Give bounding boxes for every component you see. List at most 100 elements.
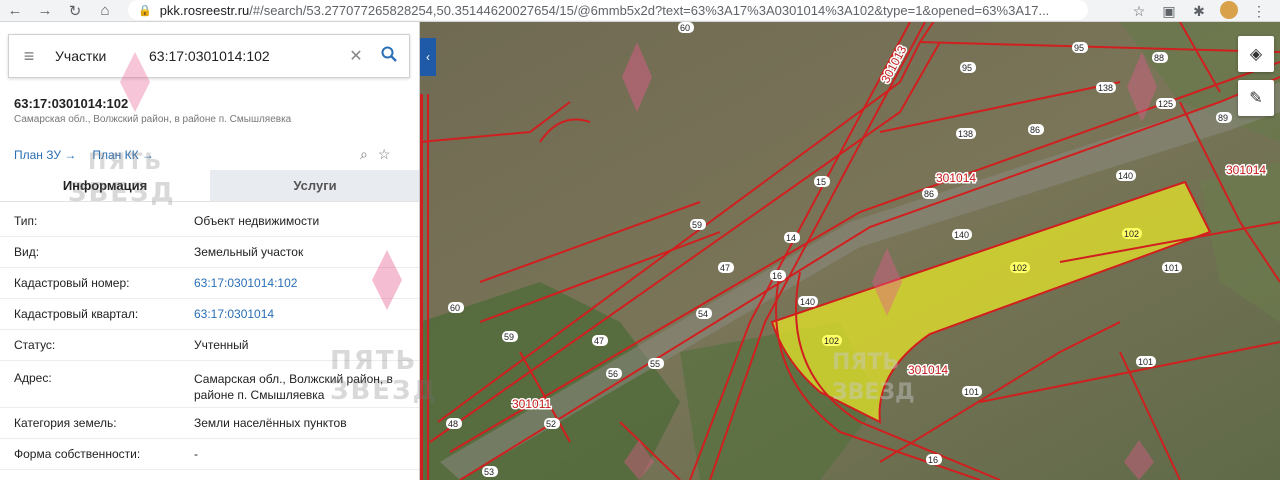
tab-info[interactable]: Информация <box>0 170 210 201</box>
map-label: 102 <box>824 336 839 346</box>
info-value: Учтенный <box>194 338 249 352</box>
tab-services[interactable]: Услуги <box>210 170 419 201</box>
forward-icon[interactable]: → <box>30 0 60 22</box>
info-panel: ≡ Участки ✕ 63:17:0301014:102 Самарская … <box>0 22 420 480</box>
info-value: Объект недвижимости <box>194 214 320 228</box>
map-label: 60 <box>450 303 460 313</box>
clear-search-icon[interactable]: ✕ <box>343 46 369 66</box>
map-label: 59 <box>692 220 702 230</box>
map-label: 89 <box>1218 113 1228 123</box>
map-label: 125 <box>1158 99 1173 109</box>
info-row-cadastral-number: Кадастровый номер: 63:17:0301014:102 <box>0 268 419 299</box>
map-label: 138 <box>958 129 973 139</box>
map-label: 86 <box>1030 125 1040 135</box>
watermark-text: ЗВЕЗД <box>832 380 915 405</box>
lock-icon: 🔒 <box>138 4 152 17</box>
map-label: 14 <box>786 233 796 243</box>
zoom-to-object-icon[interactable]: ⌕ <box>360 146 368 163</box>
back-icon[interactable]: ← <box>0 0 30 22</box>
info-key: Статус: <box>14 338 56 352</box>
watermark-diamond-icon <box>120 52 150 112</box>
map-label: 47 <box>720 263 730 273</box>
info-row-status: Статус: Учтенный <box>0 330 419 361</box>
map-label: 59 <box>504 332 514 342</box>
map-label: 102 <box>1124 229 1139 239</box>
quarter-label: 301014 <box>1226 163 1266 177</box>
map-label: 138 <box>1098 83 1113 93</box>
hamburger-menu-icon[interactable]: ≡ <box>9 46 49 67</box>
map-label: 140 <box>800 297 815 307</box>
watermark-diamond-icon <box>372 250 402 310</box>
url-path: /#/search/53.277077265828254,50.35144620… <box>249 2 1050 18</box>
map-label: 48 <box>448 419 458 429</box>
profile-avatar[interactable] <box>1216 0 1242 22</box>
info-key: Адрес: <box>14 371 52 385</box>
menu-kebab-icon[interactable]: ⋮ <box>1246 3 1272 20</box>
map-label: 52 <box>546 419 556 429</box>
favorite-star-icon[interactable]: ☆ <box>378 146 391 163</box>
map-label: 140 <box>954 230 969 240</box>
map-label: 54 <box>698 309 708 319</box>
plan-zu-link[interactable]: План ЗУ → <box>14 148 76 162</box>
info-row-type: Тип: Объект недвижимости <box>0 206 419 237</box>
map-label: 55 <box>650 359 660 369</box>
map-label: 86 <box>924 189 934 199</box>
collapse-panel-button[interactable]: ‹ <box>420 38 436 76</box>
ruler-icon: ✎ <box>1249 90 1263 107</box>
search-icon <box>381 46 397 62</box>
extension-icon[interactable]: ▣ <box>1156 3 1182 20</box>
info-value: Самарская обл., Волжский район, в районе… <box>194 372 393 402</box>
info-key: Форма собственности: <box>14 447 141 461</box>
map-label: 16 <box>772 271 782 281</box>
info-value: - <box>194 447 198 461</box>
layers-icon: ◈ <box>1249 46 1263 63</box>
layers-button[interactable]: ◈ <box>1238 36 1274 72</box>
map-label: 60 <box>680 23 690 33</box>
map-label: 102 <box>1012 263 1027 273</box>
map-label: 56 <box>608 369 618 379</box>
map-label: 101 <box>964 387 979 397</box>
info-row-kind: Вид: Земельный участок <box>0 237 419 268</box>
home-icon[interactable]: ⌂ <box>90 0 120 22</box>
map-label: 15 <box>816 177 826 187</box>
map-canvas[interactable]: 60 95 95 88 138 138 125 89 86 86 140 140… <box>420 22 1280 480</box>
map-label: 95 <box>1074 43 1084 53</box>
info-row-land-category: Категория земель: Земли населённых пункт… <box>0 408 419 439</box>
reload-icon[interactable]: ↻ <box>60 0 90 22</box>
plan-kk-link[interactable]: План КК → <box>92 148 154 162</box>
map-label: 88 <box>1154 53 1164 63</box>
info-row-ownership: Форма собственности: - <box>0 439 419 470</box>
address-bar[interactable]: 🔒 pkk.rosreestr.ru/#/search/53.277077265… <box>128 0 1088 20</box>
map-label: 16 <box>928 455 938 465</box>
bookmark-star-icon[interactable]: ☆ <box>1126 3 1152 20</box>
tabs: Информация Услуги <box>0 170 419 202</box>
map-label: 101 <box>1164 263 1179 273</box>
map-label: 95 <box>962 63 972 73</box>
plan-tools: ⌕ ☆ <box>360 146 390 163</box>
browser-toolbar: ← → ↻ ⌂ 🔒 pkk.rosreestr.ru/#/search/53.2… <box>0 0 1280 22</box>
quarter-label: 301014 <box>936 171 976 185</box>
object-title: 63:17:0301014:102 <box>14 96 129 111</box>
url-domain: pkk.rosreestr.ru <box>159 2 250 18</box>
search-button[interactable] <box>369 46 409 67</box>
info-key: Кадастровый номер: <box>14 276 130 290</box>
extension-icons: ☆ ▣ ✱ ⋮ <box>1126 0 1280 22</box>
map-label: 47 <box>594 336 604 346</box>
info-value: Земли населённых пунктов <box>194 416 347 430</box>
search-input[interactable] <box>149 48 343 64</box>
info-key: Вид: <box>14 245 40 259</box>
watermark-text: ПЯТЬ <box>832 350 899 375</box>
quarter-label: 301011 <box>512 397 551 411</box>
object-subtitle: Самарская обл., Волжский район, в районе… <box>14 114 292 125</box>
map-view[interactable]: 60 95 95 88 138 138 125 89 86 86 140 140… <box>420 22 1280 480</box>
info-key: Кадастровый квартал: <box>14 307 139 321</box>
quarter-label: 301014 <box>908 363 948 377</box>
info-key: Категория земель: <box>14 416 117 430</box>
plan-links: План ЗУ → План КК → <box>14 148 154 162</box>
extension-puzzle-icon[interactable]: ✱ <box>1186 3 1212 20</box>
search-bar: ≡ Участки ✕ <box>8 34 410 78</box>
map-label: 53 <box>484 467 494 477</box>
info-row-address: Адрес: Самарская обл., Волжский район, в… <box>0 361 419 408</box>
map-label: 101 <box>1138 357 1153 367</box>
measure-button[interactable]: ✎ <box>1238 80 1274 116</box>
